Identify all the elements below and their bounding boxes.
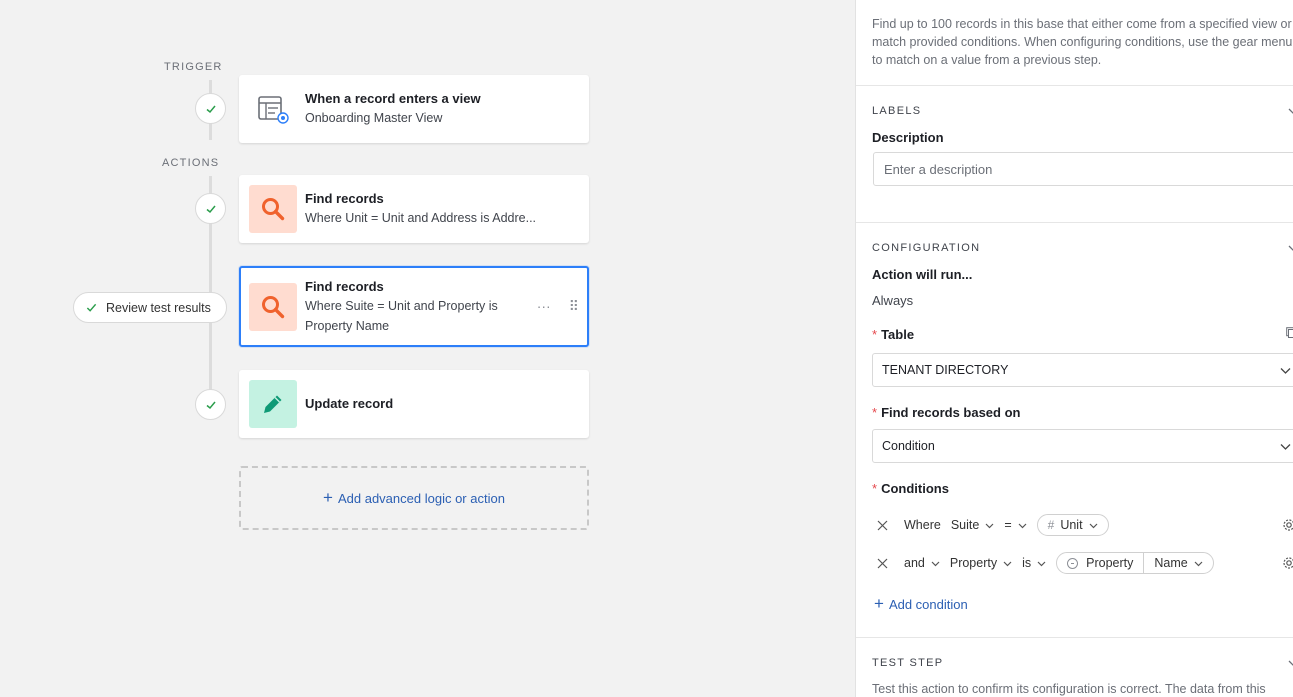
conditions-label-text: Conditions — [881, 481, 949, 496]
chevron-down-icon[interactable] — [1288, 106, 1293, 116]
condition-operator-dropdown[interactable]: is — [1022, 556, 1046, 570]
labels-section-header[interactable]: LABELS — [872, 105, 921, 117]
check-icon — [86, 303, 97, 312]
condition-conjunction: Where — [904, 518, 941, 532]
action-subtitle: Where Unit = Unit and Address is Addre..… — [305, 211, 537, 225]
action-description-text: Find up to 100 records in this base that… — [872, 17, 1293, 67]
chevron-down-icon — [1003, 561, 1012, 566]
condition-row: and Property is Property Name — [872, 550, 1222, 576]
condition-value-pill[interactable]: Property Name — [1056, 552, 1214, 574]
table-select[interactable]: TENANT DIRECTORY — [872, 353, 1293, 387]
condition-value-part: Property — [1086, 556, 1134, 570]
required-mark: * — [872, 405, 878, 420]
close-icon — [877, 558, 887, 568]
search-icon — [249, 185, 297, 233]
add-condition-button[interactable]: + Add condition — [874, 594, 968, 614]
action-title: Find records — [305, 278, 384, 294]
trigger-title: When a record enters a view — [305, 91, 481, 106]
more-options-icon[interactable]: ··· — [537, 298, 551, 315]
test-step-description: Test this action to confirm its configur… — [872, 682, 1266, 696]
condition-value-pill[interactable]: # Unit — [1036, 514, 1109, 536]
action-will-run-label: Action will run... — [872, 267, 973, 282]
remove-condition-button[interactable] — [872, 553, 892, 573]
chevron-down-icon[interactable] — [1288, 243, 1293, 253]
chevron-down-icon — [1194, 561, 1203, 566]
action-title: Find records — [305, 191, 384, 206]
chevron-down-icon — [931, 561, 940, 566]
copy-icon[interactable] — [1286, 327, 1293, 338]
table-label: * Table — [872, 327, 914, 342]
review-test-results-label: Review test results — [106, 300, 211, 315]
required-mark: * — [872, 481, 878, 496]
find-records-based-on-label: * Find records based on — [872, 405, 1020, 420]
condition-value-part: Name — [1154, 556, 1188, 570]
condition-field: Property — [949, 556, 998, 570]
chevron-down-icon — [1089, 523, 1097, 528]
action-3-status-check-icon — [195, 389, 226, 420]
action-title: Update record — [305, 396, 394, 411]
add-advanced-logic-button[interactable]: + Add advanced logic or action — [239, 466, 589, 530]
condition-field-dropdown[interactable]: Property — [950, 556, 1012, 570]
chevron-down-icon — [985, 523, 994, 528]
condition-row: Where Suite = # Unit — [872, 512, 1117, 538]
divider — [856, 637, 1293, 638]
plus-icon: + — [874, 594, 884, 613]
divider — [856, 85, 1293, 86]
description-label: Description — [872, 130, 944, 145]
find-records-based-on-select[interactable]: Condition — [872, 429, 1293, 463]
required-mark: * — [872, 327, 878, 342]
plus-icon: + — [323, 488, 333, 507]
conditions-label: * Conditions — [872, 481, 949, 496]
remove-condition-button[interactable] — [872, 515, 892, 535]
condition-operator: = — [1004, 518, 1012, 532]
condition-value: Unit — [1060, 518, 1083, 532]
action-1-status-check-icon — [195, 193, 226, 224]
chevron-down-icon[interactable] — [1288, 658, 1293, 668]
drag-handle-icon[interactable]: ⠿ — [569, 298, 579, 315]
test-step-section-header[interactable]: TEST STEP — [872, 657, 943, 669]
action-subtitle: Where Suite = Unit and Property is Prope… — [305, 298, 498, 333]
review-test-results-button[interactable]: Review test results — [73, 292, 227, 323]
chevron-down-icon — [1018, 523, 1027, 528]
trigger-status-check-icon — [195, 93, 226, 124]
close-icon — [877, 520, 887, 530]
automation-canvas: TRIGGER ACTIONS When a record enters a v… — [0, 0, 855, 697]
condition-field: Suite — [950, 518, 980, 532]
config-panel: Find up to 100 records in this base that… — [855, 0, 1293, 697]
trigger-section-label: TRIGGER — [164, 61, 223, 73]
condition-operator-dropdown[interactable]: = — [1004, 518, 1027, 532]
find-records-based-on-value: Condition — [882, 439, 935, 453]
pencil-icon — [249, 380, 297, 428]
divider — [856, 222, 1293, 223]
link-icon — [1067, 557, 1079, 569]
trigger-subtitle: Onboarding Master View — [305, 111, 443, 125]
hash-icon: # — [1047, 518, 1055, 532]
find-records-based-on-text: Find records based on — [881, 405, 1021, 420]
action-card-update-record[interactable]: Update record — [239, 370, 589, 438]
gear-icon[interactable] — [1282, 518, 1293, 532]
table-view-icon — [249, 85, 297, 133]
table-select-value: TENANT DIRECTORY — [882, 363, 1009, 377]
condition-conjunction: and — [904, 556, 925, 570]
action-card-find-records-2[interactable]: Find records Where Suite = Unit and Prop… — [239, 266, 589, 347]
actions-section-label: ACTIONS — [162, 157, 220, 169]
chevron-down-icon — [1280, 368, 1291, 374]
chevron-down-icon — [1037, 561, 1046, 566]
chevron-down-icon — [1280, 444, 1291, 450]
add-advanced-logic-label: Add advanced logic or action — [337, 490, 505, 506]
search-icon — [249, 282, 297, 331]
description-input[interactable] — [873, 152, 1293, 186]
condition-field-dropdown[interactable]: Suite — [951, 518, 995, 532]
trigger-card[interactable]: When a record enters a view Onboarding M… — [239, 75, 589, 143]
configuration-section-header[interactable]: CONFIGURATION — [872, 242, 980, 254]
add-condition-label: Add condition — [888, 596, 968, 612]
condition-operator: is — [1022, 556, 1032, 570]
gear-icon[interactable] — [1282, 556, 1293, 570]
condition-conjunction-dropdown[interactable]: and — [904, 556, 940, 570]
action-will-run-value[interactable]: Always — [872, 293, 913, 308]
action-card-find-records-1[interactable]: Find records Where Unit = Unit and Addre… — [239, 175, 589, 243]
table-label-text: Table — [881, 327, 915, 342]
